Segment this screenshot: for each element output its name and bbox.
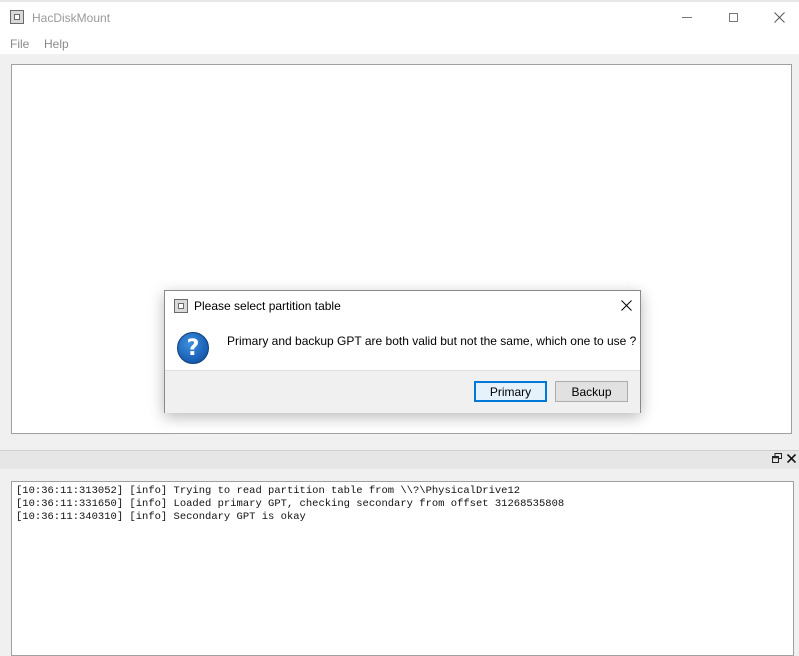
close-button[interactable] (756, 0, 799, 34)
main-window: HacDiskMount File Help [10:36:11:313052]… (0, 0, 799, 656)
log-line: [10:36:11:340310] [info] Secondary GPT i… (16, 511, 306, 523)
title-bar[interactable]: HacDiskMount (0, 0, 799, 34)
menu-file[interactable]: File (10, 37, 29, 51)
minimize-button[interactable] (664, 0, 710, 34)
maximize-button[interactable] (710, 0, 756, 34)
backup-button[interactable]: Backup (555, 381, 628, 402)
question-icon: ? (177, 332, 209, 364)
log-line: [10:36:11:331650] [info] Loaded primary … (16, 498, 565, 510)
dialog-title: Please select partition table (194, 299, 341, 313)
maximize-icon (728, 12, 738, 22)
dock-float-icon[interactable] (772, 453, 783, 464)
dialog-app-icon (174, 299, 188, 313)
select-partition-dialog: Please select partition table ? Primary … (164, 290, 641, 413)
log-line: [10:36:11:313052] [info] Trying to read … (16, 485, 521, 497)
primary-button[interactable]: Primary (474, 381, 547, 402)
dialog-button-bar: Primary Backup (165, 370, 640, 413)
dialog-message: Primary and backup GPT are both valid bu… (227, 334, 637, 348)
float-icon (772, 453, 782, 463)
menu-bar: File Help (0, 34, 799, 54)
log-dock-header[interactable] (0, 450, 799, 469)
minimize-icon (682, 16, 692, 18)
menu-help[interactable]: Help (44, 37, 69, 51)
close-icon (620, 299, 632, 311)
dock-close-x-icon (786, 453, 797, 464)
log-output[interactable]: [10:36:11:313052] [info] Trying to read … (11, 481, 794, 656)
window-title: HacDiskMount (32, 11, 111, 25)
app-icon (10, 10, 24, 24)
dialog-close-button[interactable] (617, 296, 635, 314)
close-icon (773, 11, 785, 23)
dock-close-icon[interactable] (786, 451, 797, 466)
